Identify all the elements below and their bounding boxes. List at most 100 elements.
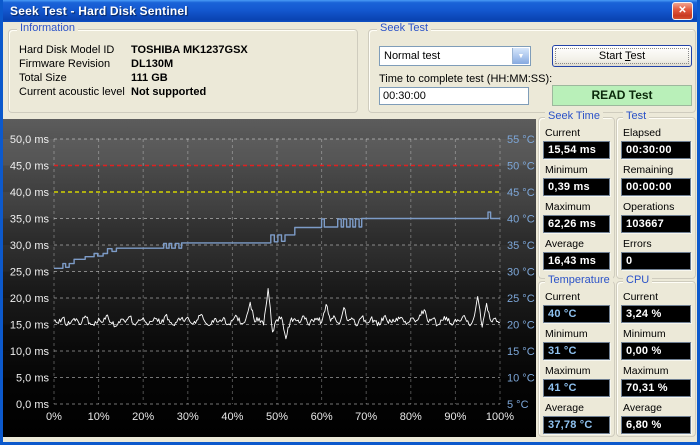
stat-label: Average <box>545 238 610 250</box>
svg-text:35 °C: 35 °C <box>507 240 535 252</box>
info-value: Not supported <box>131 86 206 98</box>
information-groupbox: Information Hard Disk Model IDTOSHIBA MK… <box>8 29 358 113</box>
svg-text:50,0 ms: 50,0 ms <box>10 134 50 146</box>
stat-label: Average <box>623 402 691 414</box>
information-rows: Hard Disk Model ID TOSHIBA MK1237GSX Firmw… <box>9 30 357 100</box>
svg-text:40,0 ms: 40,0 ms <box>10 187 50 199</box>
chevron-down-icon: ▼ <box>512 48 529 64</box>
time-to-complete-input[interactable] <box>379 87 529 105</box>
svg-text:100%: 100% <box>486 411 514 423</box>
info-row: Firmware Revision DL130M <box>19 58 357 72</box>
svg-text:20,0 ms: 20,0 ms <box>10 293 50 305</box>
stat-value: 40 °C <box>543 305 610 323</box>
svg-text:5,0 ms: 5,0 ms <box>16 373 50 385</box>
panel-title: Temperature <box>545 274 613 286</box>
stat-label: Maximum <box>545 201 610 213</box>
panel-title: CPU <box>623 274 652 286</box>
stat-label: Current <box>545 291 610 303</box>
stat-value: 00:00:00 <box>621 178 691 196</box>
svg-text:60%: 60% <box>311 411 333 423</box>
info-label: Hard Disk Model ID <box>19 44 114 56</box>
stat-value: 0,00 % <box>621 342 691 360</box>
stat-item: Minimum31 °C <box>543 328 610 360</box>
svg-text:35,0 ms: 35,0 ms <box>10 214 50 226</box>
stat-value: 3,24 % <box>621 305 691 323</box>
seek-chart: 0,0 ms5,0 ms10,0 ms15,0 ms20,0 ms25,0 ms… <box>3 119 536 437</box>
stat-item: Current 40 °C <box>543 291 610 323</box>
test-mode-select[interactable]: Normal test ▼ <box>379 46 531 66</box>
stat-label: Current <box>623 291 691 303</box>
stat-label: Average <box>545 402 610 414</box>
svg-text:0,0 ms: 0,0 ms <box>16 399 50 411</box>
svg-text:40%: 40% <box>221 411 243 423</box>
svg-text:20%: 20% <box>132 411 154 423</box>
svg-text:40 °C: 40 °C <box>507 214 535 226</box>
stat-item: Current 3,24 % <box>621 291 691 323</box>
info-label: Firmware Revision <box>19 58 110 70</box>
info-value: DL130M <box>131 58 173 70</box>
stat-value: 41 °C <box>543 379 610 397</box>
app-window: Seek Test - Hard Disk Sentinel ✕ Informa… <box>0 0 700 445</box>
svg-text:80%: 80% <box>400 411 422 423</box>
info-row: Hard Disk Model ID TOSHIBA MK1237GSX <box>19 44 357 58</box>
stat-value: 70,31 % <box>621 379 691 397</box>
start-test-button[interactable]: Start Test <box>552 45 692 67</box>
stat-label: Maximum <box>623 365 691 377</box>
stat-label: Current <box>545 127 610 139</box>
stat-value: 00:30:00 <box>621 141 691 159</box>
info-label: Total Size <box>19 72 67 84</box>
svg-text:10,0 ms: 10,0 ms <box>10 346 50 358</box>
stat-value: 6,80 % <box>621 416 691 434</box>
svg-text:30%: 30% <box>177 411 199 423</box>
svg-text:55 °C: 55 °C <box>507 134 535 146</box>
info-label: Current acoustic level <box>19 86 125 98</box>
stat-value: 103667 <box>621 215 691 233</box>
svg-text:70%: 70% <box>355 411 377 423</box>
svg-text:50 °C: 50 °C <box>507 161 535 173</box>
stat-item: Current 15,54 ms <box>543 127 610 159</box>
stat-value: 0 <box>621 252 691 270</box>
svg-text:10%: 10% <box>88 411 110 423</box>
read-test-button[interactable]: READ Test <box>552 85 692 106</box>
close-button[interactable]: ✕ <box>672 2 693 20</box>
title-bar[interactable]: Seek Test - Hard Disk Sentinel ✕ <box>3 0 697 22</box>
svg-text:5 °C: 5 °C <box>507 399 529 411</box>
stat-item: Minimum0,39 ms <box>543 164 610 196</box>
stat-item: Maximum62,26 ms <box>543 201 610 233</box>
stat-item: Remaining00:00:00 <box>621 164 691 196</box>
svg-text:30 °C: 30 °C <box>507 267 535 279</box>
svg-text:45,0 ms: 45,0 ms <box>10 161 50 173</box>
stat-item: Average37,78 °C <box>543 402 610 434</box>
time-to-complete-label: Time to complete test (HH:MM:SS): <box>379 73 552 85</box>
info-value: TOSHIBA MK1237GSX <box>131 44 248 56</box>
stat-label: Elapsed <box>623 127 691 139</box>
panel-seek-time: Seek TimeCurrent15,54 msMinimum0,39 msMa… <box>538 117 615 279</box>
window-title: Seek Test - Hard Disk Sentinel <box>10 4 188 18</box>
svg-text:50%: 50% <box>266 411 288 423</box>
stat-value: 16,43 ms <box>543 252 610 270</box>
stat-item: Errors0 <box>621 238 691 270</box>
stat-label: Maximum <box>545 365 610 377</box>
chart-background <box>3 119 536 437</box>
svg-text:90%: 90% <box>444 411 466 423</box>
panel-cpu: CPUCurrent3,24 %Minimum0,00 %Maximum70,3… <box>616 281 696 437</box>
svg-text:25,0 ms: 25,0 ms <box>10 267 50 279</box>
dialog-content: Information Hard Disk Model ID TOSHIBA MK… <box>3 22 697 442</box>
start-test-label: Start <box>599 50 625 62</box>
information-title: Information <box>17 22 78 34</box>
svg-text:30,0 ms: 30,0 ms <box>10 240 50 252</box>
seek-test-groupbox: Seek Test Normal test ▼ Start Test Time … <box>368 29 696 113</box>
stat-label: Minimum <box>545 164 610 176</box>
seek-test-title: Seek Test <box>377 22 431 34</box>
stat-item: Elapsed 00:30:00 <box>621 127 691 159</box>
stat-item: Minimum 0,00 % <box>621 328 691 360</box>
stat-item: Average 16,43 ms <box>543 238 610 270</box>
info-row: Total Size111 GB <box>19 72 357 86</box>
stat-item: Maximum 41 °C <box>543 365 610 397</box>
test-mode-selected-value: Normal test <box>384 50 440 62</box>
stat-value: 15,54 ms <box>543 141 610 159</box>
stat-label: Minimum <box>623 328 691 340</box>
close-icon: ✕ <box>678 5 686 16</box>
svg-text:10 °C: 10 °C <box>507 373 535 385</box>
stat-item: Average 6,80 % <box>621 402 691 434</box>
